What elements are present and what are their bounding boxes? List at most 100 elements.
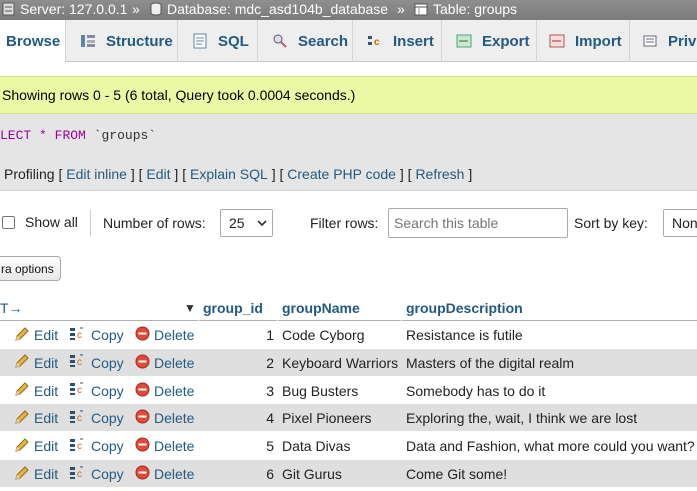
delete-row-button[interactable]: Delete bbox=[135, 432, 194, 460]
filter-rows-input[interactable]: Search this table bbox=[388, 208, 568, 238]
breadcrumb-database-label: Database: mdc_asd104b_database bbox=[167, 1, 389, 17]
sort-by-key-select[interactable]: Non bbox=[663, 209, 697, 237]
rows-select-value: 25 bbox=[229, 215, 245, 231]
cell-group-description[interactable]: Resistance is futile bbox=[406, 321, 697, 349]
tab-privileges[interactable]: Priv bbox=[630, 20, 697, 62]
breadcrumb-separator: » bbox=[132, 1, 140, 17]
copy-row-label: Copy bbox=[91, 410, 124, 427]
cell-group-name[interactable]: Data Divas bbox=[282, 432, 401, 460]
copy-row-button[interactable]: c Copy bbox=[69, 432, 124, 460]
delete-row-label: Delete bbox=[154, 382, 195, 399]
tab-export[interactable]: Export bbox=[442, 20, 537, 62]
delete-row-label: Delete bbox=[154, 438, 195, 455]
export-icon bbox=[456, 34, 472, 48]
cell-group-id[interactable]: 1 bbox=[198, 321, 274, 349]
cell-group-id[interactable]: 2 bbox=[198, 349, 274, 377]
sort-arrow-icon[interactable]: ▼ bbox=[184, 301, 196, 315]
tab-import[interactable]: Import bbox=[537, 20, 630, 62]
edit-row-button[interactable]: Edit bbox=[14, 321, 58, 349]
delete-row-label: Delete bbox=[154, 327, 195, 343]
copy-row-button[interactable]: c Copy bbox=[69, 404, 124, 432]
cell-group-id[interactable]: 3 bbox=[198, 377, 274, 405]
edit-inline-link[interactable]: Edit inline bbox=[66, 166, 127, 182]
delete-row-button[interactable]: Delete bbox=[135, 460, 194, 488]
edit-row-button[interactable]: Edit bbox=[14, 460, 58, 488]
tab-search[interactable]: Search bbox=[258, 20, 353, 62]
structure-icon bbox=[81, 35, 95, 47]
tab-insert[interactable]: c Insert bbox=[353, 20, 442, 62]
delete-row-button[interactable]: Delete bbox=[135, 321, 194, 349]
copy-row-button[interactable]: c Copy bbox=[69, 377, 124, 405]
breadcrumb-table-label: Table: groups bbox=[433, 1, 518, 17]
delete-row-button[interactable]: Delete bbox=[135, 349, 194, 377]
table-row: Edit c Copy Delete 4 Pixel Pioneers Exploring … bbox=[0, 404, 697, 433]
cell-group-name[interactable]: Bug Busters bbox=[282, 377, 401, 405]
rows-select[interactable]: 25 bbox=[220, 209, 273, 237]
copy-row-label: Copy bbox=[91, 354, 124, 371]
cell-group-description[interactable]: Exploring the, wait, I think we are lost bbox=[406, 404, 697, 432]
table-row: Edit c Copy Delete 2 Keyboard Warriors Masters… bbox=[0, 348, 697, 377]
tab-sql[interactable]: SQL bbox=[178, 20, 258, 62]
copy-row-button[interactable]: c Copy bbox=[69, 321, 124, 349]
delete-row-button[interactable]: Delete bbox=[135, 404, 194, 432]
column-arrows[interactable]: T→ bbox=[0, 300, 23, 316]
table-header: T→ ▼ group_id groupName groupDescription bbox=[0, 296, 697, 321]
delete-row-label: Delete bbox=[154, 466, 195, 482]
delete-row-button[interactable]: Delete bbox=[135, 377, 194, 405]
breadcrumb-database[interactable]: Database: mdc_asd104b_database bbox=[150, 1, 388, 17]
edit-row-button[interactable]: Edit bbox=[14, 432, 58, 460]
navigation-controls: Show all Number of rows: 25 Filter rows:… bbox=[0, 200, 697, 246]
column-header-group-id[interactable]: group_id bbox=[203, 300, 263, 316]
search-icon bbox=[273, 34, 287, 48]
breadcrumb: Server: 127.0.0.1 » Database: mdc_asd104… bbox=[0, 0, 697, 20]
extra-options-button[interactable]: ra options bbox=[0, 256, 61, 281]
edit-pencil-icon bbox=[14, 381, 30, 400]
table-icon bbox=[414, 3, 428, 15]
cell-group-name[interactable]: Git Gurus bbox=[282, 460, 401, 488]
delete-row-label: Delete bbox=[154, 410, 195, 427]
tab-structure[interactable]: Structure bbox=[66, 20, 178, 62]
copy-row-button[interactable]: c Copy bbox=[69, 349, 124, 377]
copy-row-label: Copy bbox=[91, 327, 124, 343]
tab-browse[interactable]: Browse bbox=[0, 20, 66, 63]
edit-row-button[interactable]: Edit bbox=[14, 404, 58, 432]
create-php-code-link[interactable]: Create PHP code bbox=[287, 166, 396, 182]
tab-browse-label: Browse bbox=[6, 32, 61, 50]
tab-import-label: Import bbox=[575, 32, 622, 50]
delete-row-icon bbox=[135, 465, 150, 483]
svg-text:c: c bbox=[77, 413, 82, 424]
cell-group-description[interactable]: Masters of the digital realm bbox=[406, 349, 697, 377]
success-message: Showing rows 0 - 5 (6 total, Query took … bbox=[0, 76, 697, 114]
cell-group-description[interactable]: Data and Fashion, what more could you wa… bbox=[406, 432, 697, 460]
breadcrumb-table[interactable]: Table: groups bbox=[414, 1, 517, 17]
column-header-group-description[interactable]: groupDescription bbox=[406, 300, 523, 316]
copy-row-button[interactable]: c Copy bbox=[69, 460, 124, 488]
database-icon bbox=[150, 2, 162, 16]
sql-star: * bbox=[39, 128, 47, 143]
profiling-toggle[interactable]: Profiling bbox=[4, 166, 55, 182]
cell-group-name[interactable]: Code Cyborg bbox=[282, 321, 401, 349]
edit-row-button[interactable]: Edit bbox=[14, 349, 58, 377]
delete-row-icon bbox=[135, 354, 150, 372]
cell-group-name[interactable]: Keyboard Warriors bbox=[282, 349, 401, 377]
import-icon bbox=[549, 34, 565, 48]
explain-sql-link[interactable]: Explain SQL bbox=[190, 166, 268, 182]
edit-query-link[interactable]: Edit bbox=[146, 166, 170, 182]
tab-structure-label: Structure bbox=[106, 32, 173, 50]
sort-label: Sort by key: bbox=[574, 215, 648, 231]
refresh-link[interactable]: Refresh bbox=[415, 166, 464, 182]
cell-group-description[interactable]: Somebody has to do it bbox=[406, 377, 697, 405]
breadcrumb-server[interactable]: Server: 127.0.0.1 bbox=[2, 1, 127, 17]
show-all-checkbox[interactable] bbox=[2, 216, 15, 229]
column-header-group-name[interactable]: groupName bbox=[282, 300, 360, 316]
svg-text:c: c bbox=[77, 441, 82, 452]
extra-options-label: ra options bbox=[1, 261, 54, 276]
edit-row-button[interactable]: Edit bbox=[14, 377, 58, 405]
edit-row-label: Edit bbox=[34, 438, 59, 455]
edit-pencil-icon bbox=[14, 326, 30, 345]
cell-group-name[interactable]: Pixel Pioneers bbox=[282, 404, 401, 432]
cell-group-id[interactable]: 5 bbox=[198, 432, 274, 460]
cell-group-id[interactable]: 4 bbox=[198, 404, 274, 432]
cell-group-description[interactable]: Come Git some! bbox=[406, 460, 697, 488]
cell-group-id[interactable]: 6 bbox=[198, 460, 274, 488]
